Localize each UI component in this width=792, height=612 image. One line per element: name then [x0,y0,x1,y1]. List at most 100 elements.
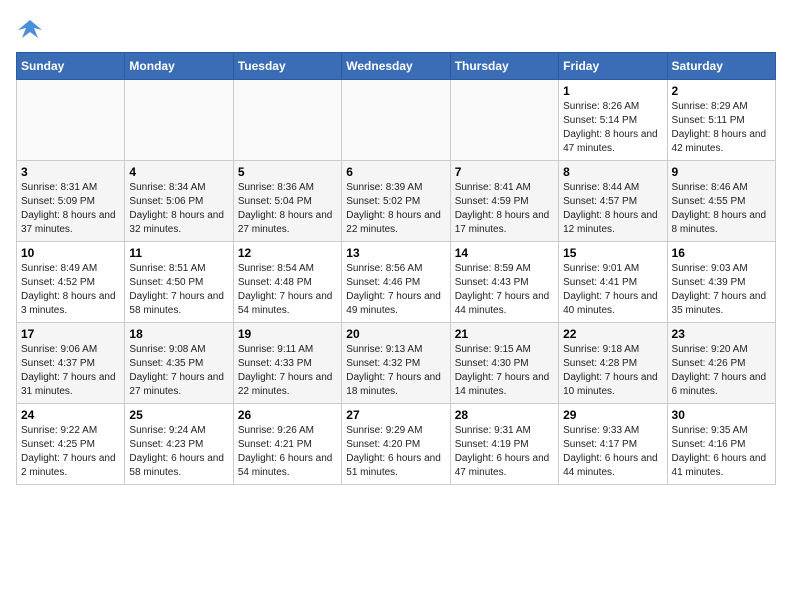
day-number: 1 [563,84,662,98]
calendar-cell [233,80,341,161]
calendar-cell: 22 Sunrise: 9:18 AM Sunset: 4:28 PM Dayli… [559,323,667,404]
day-number: 6 [346,165,445,179]
calendar-week-row: 10 Sunrise: 8:49 AM Sunset: 4:52 PM Dayli… [17,242,776,323]
calendar-header-row: SundayMondayTuesdayWednesdayThursdayFrid… [17,53,776,80]
logo [16,16,48,44]
day-number: 9 [672,165,771,179]
day-number: 4 [129,165,228,179]
day-info: Sunrise: 9:18 AM Sunset: 4:28 PM Dayligh… [563,343,662,399]
calendar-cell: 20Sunrise: 9:13 AM Sunset: 4:32 PM Dayli… [342,323,450,404]
calendar-cell [342,80,450,161]
day-number: 12 [238,246,337,260]
day-info: Sunrise: 8:29 AM Sunset: 5:11 PM Dayligh… [672,100,771,156]
weekday-header: Saturday [667,53,775,80]
day-number: 23 [672,327,771,341]
day-number: 13 [346,246,445,260]
day-info: Sunrise: 8:56 AM Sunset: 4:46 PM Dayligh… [346,262,445,318]
calendar-cell: 11 Sunrise: 8:51 AM Sunset: 4:50 PM Dayli… [125,242,233,323]
calendar-cell: 30Sunrise: 9:35 AM Sunset: 4:16 PM Dayli… [667,404,775,485]
day-number: 26 [238,408,337,422]
calendar-cell: 14 Sunrise: 8:59 AM Sunset: 4:43 PM Dayli… [450,242,558,323]
day-number: 25 [129,408,228,422]
day-info: Sunrise: 9:26 AM Sunset: 4:21 PM Dayligh… [238,424,337,480]
calendar-cell: 9 Sunrise: 8:46 AM Sunset: 4:55 PM Daylig… [667,161,775,242]
day-number: 14 [455,246,554,260]
calendar-cell: 13 Sunrise: 8:56 AM Sunset: 4:46 PM Dayli… [342,242,450,323]
day-number: 18 [129,327,228,341]
day-number: 17 [21,327,120,341]
day-number: 30 [672,408,771,422]
day-info: Sunrise: 9:22 AM Sunset: 4:25 PM Dayligh… [21,424,120,480]
calendar-cell: 24Sunrise: 9:22 AM Sunset: 4:25 PM Dayli… [17,404,125,485]
calendar-cell: 28 Sunrise: 9:31 AM Sunset: 4:19 PM Dayli… [450,404,558,485]
day-number: 5 [238,165,337,179]
day-number: 11 [129,246,228,260]
calendar-cell: 23 Sunrise: 9:20 AM Sunset: 4:26 PM Dayli… [667,323,775,404]
day-info: Sunrise: 8:54 AM Sunset: 4:48 PM Dayligh… [238,262,337,318]
day-number: 28 [455,408,554,422]
calendar-week-row: 17 Sunrise: 9:06 AM Sunset: 4:37 PM Dayli… [17,323,776,404]
day-number: 8 [563,165,662,179]
day-info: Sunrise: 9:03 AM Sunset: 4:39 PM Dayligh… [672,262,771,318]
calendar-cell: 3 Sunrise: 8:31 AM Sunset: 5:09 PM Daylig… [17,161,125,242]
weekday-header: Wednesday [342,53,450,80]
day-info: Sunrise: 9:33 AM Sunset: 4:17 PM Dayligh… [563,424,662,480]
day-info: Sunrise: 8:36 AM Sunset: 5:04 PM Dayligh… [238,181,337,237]
day-number: 19 [238,327,337,341]
day-info: Sunrise: 8:59 AM Sunset: 4:43 PM Dayligh… [455,262,554,318]
day-info: Sunrise: 8:34 AM Sunset: 5:06 PM Dayligh… [129,181,228,237]
day-info: Sunrise: 8:39 AM Sunset: 5:02 PM Dayligh… [346,181,445,237]
calendar-cell: 5 Sunrise: 8:36 AM Sunset: 5:04 PM Daylig… [233,161,341,242]
calendar-cell: 27 Sunrise: 9:29 AM Sunset: 4:20 PM Dayli… [342,404,450,485]
day-info: Sunrise: 8:51 AM Sunset: 4:50 PM Dayligh… [129,262,228,318]
calendar-table: SundayMondayTuesdayWednesdayThursdayFrid… [16,52,776,485]
calendar-week-row: 1 Sunrise: 8:26 AM Sunset: 5:14 PM Daylig… [17,80,776,161]
calendar-cell: 29Sunrise: 9:33 AM Sunset: 4:17 PM Dayli… [559,404,667,485]
day-info: Sunrise: 9:06 AM Sunset: 4:37 PM Dayligh… [21,343,120,399]
calendar-week-row: 3 Sunrise: 8:31 AM Sunset: 5:09 PM Daylig… [17,161,776,242]
calendar-cell: 7Sunrise: 8:41 AM Sunset: 4:59 PM Daylig… [450,161,558,242]
day-info: Sunrise: 8:41 AM Sunset: 4:59 PM Dayligh… [455,181,554,237]
weekday-header: Tuesday [233,53,341,80]
day-number: 22 [563,327,662,341]
day-info: Sunrise: 9:13 AM Sunset: 4:32 PM Dayligh… [346,343,445,399]
calendar-cell: 25 Sunrise: 9:24 AM Sunset: 4:23 PM Dayli… [125,404,233,485]
day-number: 2 [672,84,771,98]
calendar-cell: 12 Sunrise: 8:54 AM Sunset: 4:48 PM Dayli… [233,242,341,323]
day-number: 15 [563,246,662,260]
day-number: 21 [455,327,554,341]
day-info: Sunrise: 9:20 AM Sunset: 4:26 PM Dayligh… [672,343,771,399]
day-number: 10 [21,246,120,260]
calendar-cell: 15 Sunrise: 9:01 AM Sunset: 4:41 PM Dayli… [559,242,667,323]
calendar-cell: 21 Sunrise: 9:15 AM Sunset: 4:30 PM Dayli… [450,323,558,404]
day-info: Sunrise: 9:15 AM Sunset: 4:30 PM Dayligh… [455,343,554,399]
calendar-cell: 18 Sunrise: 9:08 AM Sunset: 4:35 PM Dayli… [125,323,233,404]
logo-icon [16,16,44,44]
day-info: Sunrise: 9:24 AM Sunset: 4:23 PM Dayligh… [129,424,228,480]
weekday-header: Monday [125,53,233,80]
calendar-cell: 8 Sunrise: 8:44 AM Sunset: 4:57 PM Daylig… [559,161,667,242]
calendar-cell: 1 Sunrise: 8:26 AM Sunset: 5:14 PM Daylig… [559,80,667,161]
day-info: Sunrise: 8:44 AM Sunset: 4:57 PM Dayligh… [563,181,662,237]
day-info: Sunrise: 9:01 AM Sunset: 4:41 PM Dayligh… [563,262,662,318]
day-info: Sunrise: 8:49 AM Sunset: 4:52 PM Dayligh… [21,262,120,318]
day-info: Sunrise: 9:31 AM Sunset: 4:19 PM Dayligh… [455,424,554,480]
weekday-header: Thursday [450,53,558,80]
day-info: Sunrise: 8:26 AM Sunset: 5:14 PM Dayligh… [563,100,662,156]
day-number: 3 [21,165,120,179]
day-number: 16 [672,246,771,260]
day-info: Sunrise: 9:08 AM Sunset: 4:35 PM Dayligh… [129,343,228,399]
header [16,16,776,44]
calendar-cell: 10 Sunrise: 8:49 AM Sunset: 4:52 PM Dayli… [17,242,125,323]
calendar-cell: 2 Sunrise: 8:29 AM Sunset: 5:11 PM Daylig… [667,80,775,161]
weekday-header: Friday [559,53,667,80]
day-info: Sunrise: 8:46 AM Sunset: 4:55 PM Dayligh… [672,181,771,237]
day-number: 27 [346,408,445,422]
weekday-header: Sunday [17,53,125,80]
day-info: Sunrise: 9:11 AM Sunset: 4:33 PM Dayligh… [238,343,337,399]
calendar-cell: 6 Sunrise: 8:39 AM Sunset: 5:02 PM Daylig… [342,161,450,242]
day-info: Sunrise: 8:31 AM Sunset: 5:09 PM Dayligh… [21,181,120,237]
calendar-cell: 16 Sunrise: 9:03 AM Sunset: 4:39 PM Dayli… [667,242,775,323]
day-info: Sunrise: 9:29 AM Sunset: 4:20 PM Dayligh… [346,424,445,480]
calendar-cell [450,80,558,161]
